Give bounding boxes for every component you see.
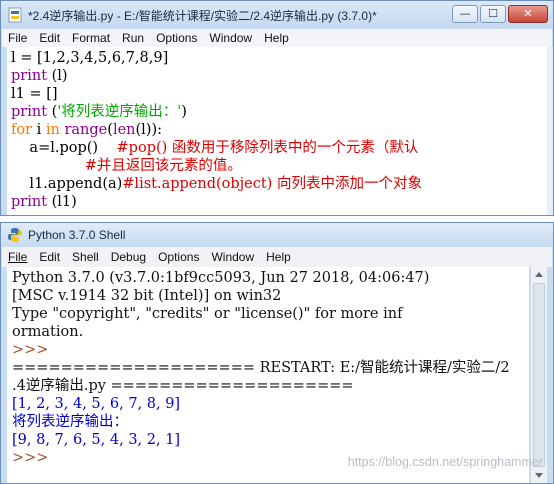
editor-window: *2.4逆序输出.py - E:/智能统计课程/实验二/2.4逆序输出.py (…: [0, 0, 554, 216]
code-editor[interactable]: l = [1,2,3,4,5,6,7,8,9] print (l) l1 = […: [7, 47, 547, 215]
python-file-icon: [8, 7, 22, 23]
shell-output-line: [1, 2, 3, 4, 5, 6, 7, 8, 9]: [12, 396, 181, 412]
code-line: print (l): [11, 68, 68, 84]
menu-format[interactable]: Format: [66, 31, 116, 45]
code-line: l = [1,2,3,4,5,6,7,8,9]: [11, 50, 169, 66]
code-line: print ('将列表逆序输出：'): [11, 104, 187, 120]
menu-edit[interactable]: Edit: [33, 250, 66, 264]
editor-scrollbar[interactable]: [547, 47, 553, 215]
watermark: https://blog.csdn.net/springhammer: [347, 455, 543, 469]
shell-prompt: >>>: [12, 450, 49, 466]
shell-output[interactable]: Python 3.7.0 (v3.7.0:1bf9cc5093, Jun 27 …: [7, 267, 529, 483]
shell-output-line: [9, 8, 7, 6, 5, 4, 3, 2, 1]: [12, 432, 181, 448]
menu-help[interactable]: Help: [260, 250, 297, 264]
code-line: l1.append(a)#list.append(object) 向列表中添加一…: [11, 176, 422, 192]
shell-prompt: >>>: [12, 342, 49, 358]
close-button[interactable]: ✕: [508, 5, 548, 23]
scroll-thumb[interactable]: [533, 283, 545, 467]
editor-titlebar[interactable]: *2.4逆序输出.py - E:/智能统计课程/实验二/2.4逆序输出.py (…: [1, 1, 553, 29]
menu-debug[interactable]: Debug: [105, 250, 152, 264]
shell-line: [MSC v.1914 32 bit (Intel)] on win32: [12, 288, 282, 304]
menu-options[interactable]: Options: [152, 250, 205, 264]
menu-edit[interactable]: Edit: [33, 31, 66, 45]
code-line: l1 = []: [11, 86, 58, 102]
shell-line: Python 3.7.0 (v3.7.0:1bf9cc5093, Jun 27 …: [12, 270, 430, 286]
menu-shell[interactable]: Shell: [66, 250, 105, 264]
minimize-button[interactable]: —: [452, 5, 478, 23]
shell-window: Python 3.7.0 Shell File Edit Shell Debug…: [0, 222, 554, 484]
shell-line: ==================== RESTART: E:/智能统计课程/…: [12, 360, 510, 376]
shell-line: ormation.: [12, 324, 84, 340]
editor-menubar: File Edit Format Run Options Window Help: [2, 29, 552, 47]
shell-menubar: File Edit Shell Debug Options Window Hel…: [2, 247, 552, 267]
menu-file[interactable]: File: [2, 250, 33, 264]
shell-line: Type "copyright", "credits" or "license(…: [12, 306, 403, 322]
menu-run[interactable]: Run: [116, 31, 150, 45]
editor-window-controls: — ☐ ✕: [452, 5, 548, 23]
menu-options[interactable]: Options: [150, 31, 203, 45]
editor-title: *2.4逆序输出.py - E:/智能统计课程/实验二/2.4逆序输出.py (…: [28, 8, 377, 23]
menu-window[interactable]: Window: [203, 31, 258, 45]
code-line: print (l1): [11, 194, 77, 210]
shell-output-line: 将列表逆序输出：: [12, 414, 128, 430]
code-line: for i in range(len(l)):: [11, 122, 162, 138]
code-line: #并且返回该元素的值。: [84, 158, 242, 174]
code-line: a=l.pop() #pop() 函数用于移除列表中的一个元素（默认: [11, 140, 419, 156]
scroll-down-icon[interactable]: [535, 473, 543, 478]
shell-titlebar[interactable]: Python 3.7.0 Shell: [1, 223, 553, 247]
menu-help[interactable]: Help: [258, 31, 295, 45]
maximize-button[interactable]: ☐: [480, 5, 506, 23]
menu-file[interactable]: File: [2, 31, 33, 45]
shell-scrollbar[interactable]: [530, 267, 547, 483]
python-shell-icon: [8, 228, 22, 242]
menu-window[interactable]: Window: [205, 250, 260, 264]
shell-line: .4逆序输出.py ====================: [12, 378, 354, 394]
shell-title: Python 3.7.0 Shell: [28, 228, 126, 242]
scroll-up-icon[interactable]: [535, 272, 543, 277]
